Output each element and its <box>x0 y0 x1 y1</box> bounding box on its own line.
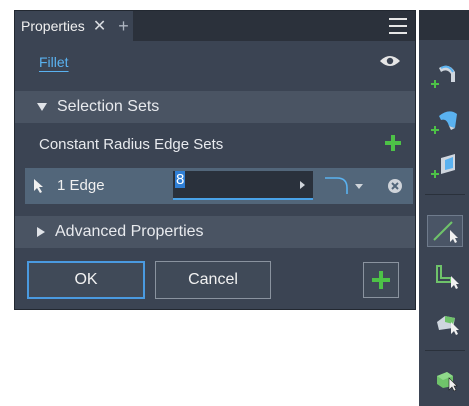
full-round-fillet-icon <box>431 154 455 178</box>
collapse-triangle-icon <box>37 103 47 111</box>
expand-triangle-icon <box>37 227 45 237</box>
clear-icon[interactable] <box>387 178 403 194</box>
cursor-icon <box>34 179 43 193</box>
panel-titlebar: Properties ✕ + <box>15 11 415 41</box>
toolbar-separator <box>425 350 465 351</box>
edge-count-label: 1 Edge <box>57 177 105 194</box>
add-edge-set-icon[interactable] <box>385 135 401 151</box>
fillet-face-icon <box>431 111 457 134</box>
select-edge-button[interactable] <box>427 215 463 247</box>
close-icon[interactable]: ✕ <box>93 16 106 36</box>
radius-input[interactable]: 8 <box>173 171 291 200</box>
properties-panel: Properties ✕ + Fillet Selection Sets Con… <box>14 10 416 310</box>
ok-button[interactable]: OK <box>27 261 145 299</box>
dialog-footer: OK Cancel <box>15 251 415 309</box>
select-feature-icon <box>437 316 459 335</box>
add-tab-icon[interactable]: + <box>118 16 129 37</box>
fillet-edge-icon <box>431 65 455 88</box>
apply-button[interactable] <box>363 262 399 298</box>
apply-plus-icon <box>372 271 390 289</box>
fillet-face-button[interactable] <box>427 104 463 136</box>
fillet-mode-link[interactable]: Fillet <box>39 54 69 70</box>
full-round-fillet-button[interactable] <box>427 148 463 180</box>
selection-sets-header[interactable]: Selection Sets <box>15 91 415 123</box>
selection-sets-label: Selection Sets <box>57 98 160 115</box>
constant-radius-label: Constant Radius Edge Sets <box>39 135 224 153</box>
constant-radius-row: Constant Radius Edge Sets <box>15 127 415 161</box>
mode-row: Fillet <box>15 41 415 81</box>
select-solid-icon <box>437 372 458 392</box>
fillet-edge-button[interactable] <box>427 58 463 90</box>
select-feature-button[interactable] <box>427 306 463 338</box>
fillet-profile-icon[interactable] <box>321 174 367 198</box>
radius-value: 8 <box>175 171 186 188</box>
select-loop-button[interactable] <box>427 260 463 292</box>
radius-arrow-button[interactable] <box>291 171 313 200</box>
side-toolbar <box>419 10 469 406</box>
advanced-properties-label: Advanced Properties <box>55 223 204 240</box>
eye-icon[interactable] <box>379 54 401 68</box>
select-edge-icon <box>433 221 458 243</box>
chevron-right-icon <box>299 180 305 189</box>
advanced-properties-header[interactable]: Advanced Properties <box>15 216 415 248</box>
select-solid-button[interactable] <box>427 362 463 394</box>
hamburger-icon[interactable] <box>389 18 407 34</box>
toolbar-header <box>419 10 469 40</box>
toolbar-separator <box>425 194 465 195</box>
tab-properties[interactable]: Properties ✕ + <box>15 11 133 41</box>
cancel-button[interactable]: Cancel <box>155 261 271 299</box>
tab-title: Properties <box>21 18 85 34</box>
select-loop-icon <box>436 265 459 289</box>
edge-set-row[interactable]: 1 Edge 8 <box>25 168 413 204</box>
